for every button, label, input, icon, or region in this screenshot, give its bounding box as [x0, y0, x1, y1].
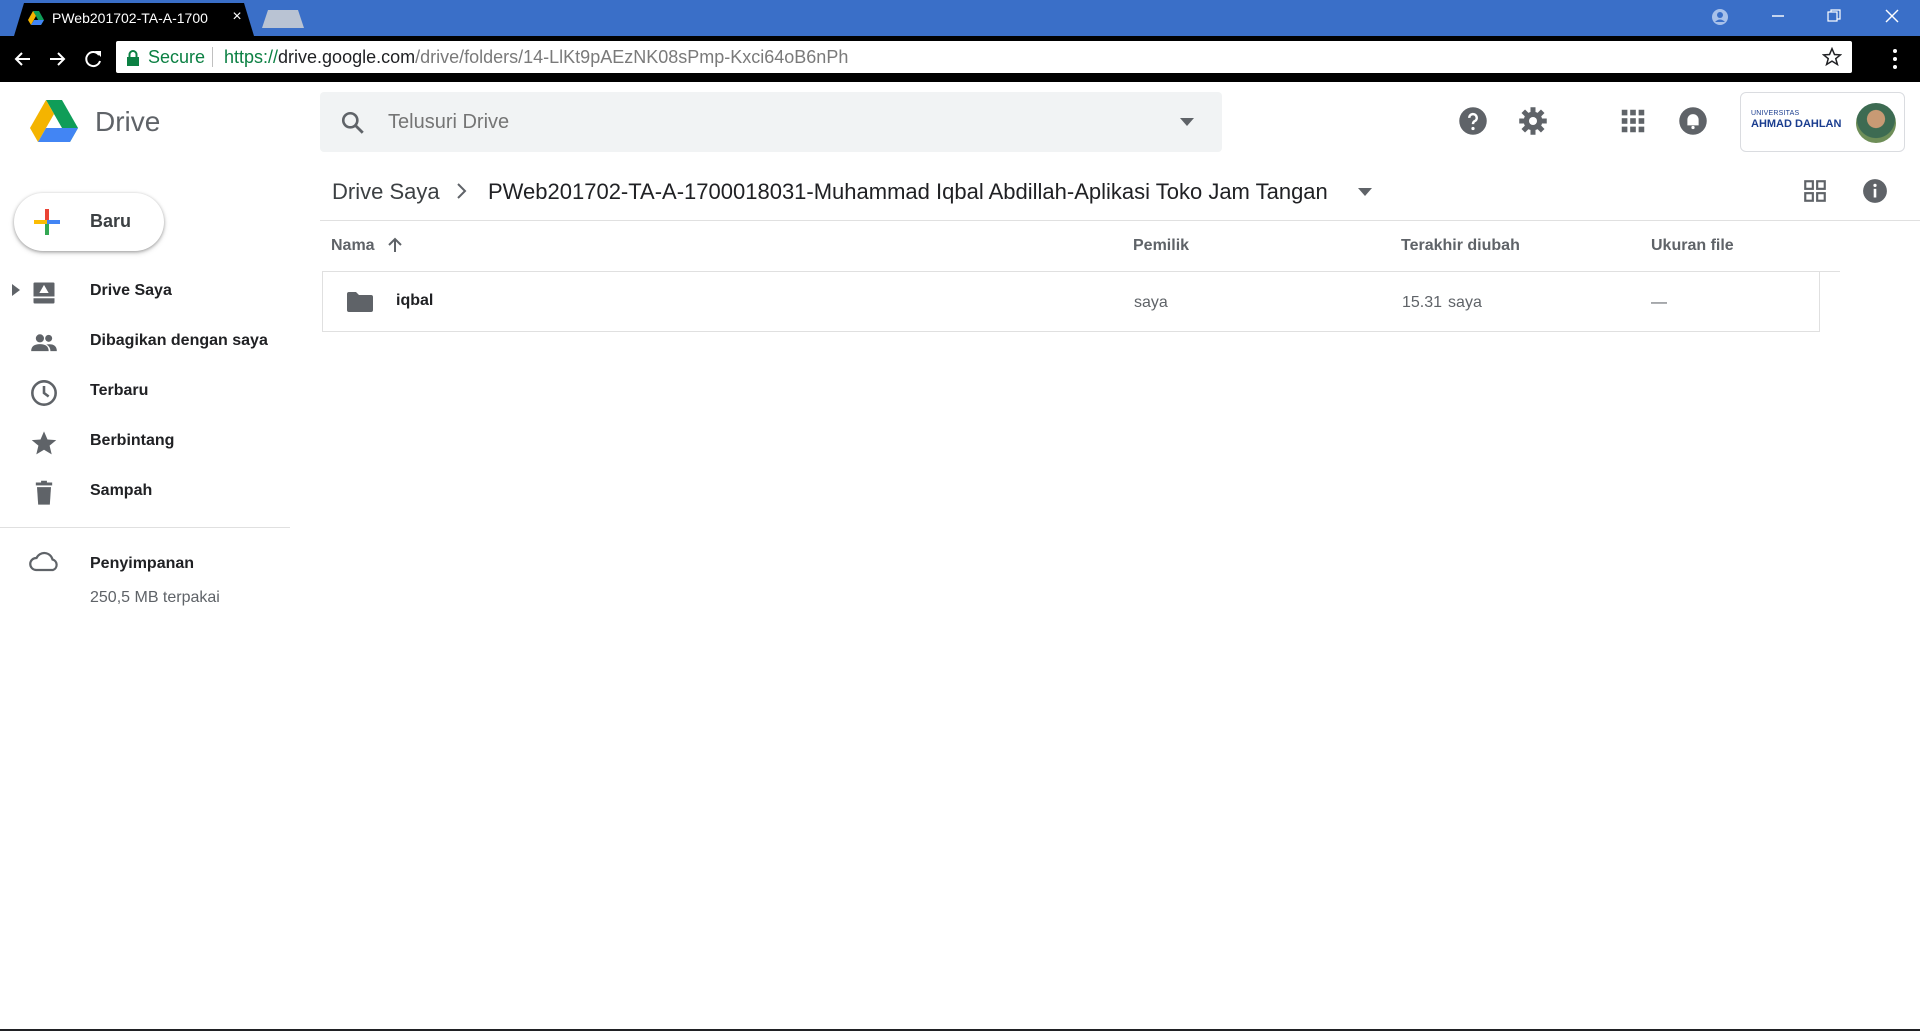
plus-icon: [34, 209, 60, 235]
drive-favicon-icon: [28, 11, 44, 25]
apps-grid-icon[interactable]: [1618, 106, 1648, 136]
storage-label[interactable]: Penyimpanan: [90, 555, 194, 573]
chevron-right-icon: [457, 183, 467, 199]
app-name[interactable]: Drive: [95, 106, 160, 138]
sidebar-item-label: Berbintang: [90, 432, 175, 449]
file-modified-time: 15.31: [1402, 294, 1443, 311]
browser-tab-title: PWeb201702-TA-A-1700: [52, 10, 208, 26]
browser-menu-icon[interactable]: [1888, 46, 1902, 72]
account-org-name: AHMAD DAHLAN: [1751, 118, 1842, 130]
breadcrumb-my-drive[interactable]: Drive Saya: [332, 179, 440, 205]
address-bar[interactable]: Secure https://drive.google.com/drive/fo…: [116, 41, 1852, 73]
profile-icon[interactable]: [1692, 0, 1748, 34]
search-input[interactable]: [386, 92, 1166, 152]
trash-icon: [35, 480, 53, 505]
cloud-storage-icon: [29, 551, 58, 572]
settings-gear-icon[interactable]: [1518, 106, 1548, 136]
folder-menu-dropdown-icon[interactable]: [1358, 188, 1372, 196]
notifications-bell-icon[interactable]: [1678, 106, 1708, 136]
expand-arrow-icon[interactable]: [12, 284, 20, 296]
new-button-label: Baru: [90, 211, 132, 231]
file-name: iqbal: [396, 292, 434, 309]
reload-icon[interactable]: [80, 46, 106, 72]
sort-ascending-arrow-icon[interactable]: [386, 236, 404, 254]
sidebar-item-trash[interactable]: Sampah: [0, 466, 290, 516]
new-button[interactable]: Baru: [14, 193, 164, 251]
drive-logo-icon[interactable]: [30, 100, 78, 142]
search-options-dropdown-icon[interactable]: [1180, 118, 1194, 126]
sidebar-item-label: Dibagikan dengan saya: [90, 332, 268, 349]
table-row[interactable]: iqbal saya 15.31 saya —: [322, 272, 1820, 332]
browser-toolbar: Secure https://drive.google.com/drive/fo…: [0, 36, 1920, 82]
restore-button[interactable]: [1806, 0, 1862, 34]
shared-people-icon: [31, 334, 57, 352]
close-window-button[interactable]: [1864, 0, 1920, 34]
file-modified-by: saya: [1448, 294, 1482, 311]
sidebar-item-shared-with-me[interactable]: Dibagikan dengan saya: [0, 316, 290, 366]
lock-icon: [127, 50, 139, 66]
sidebar-item-my-drive[interactable]: Drive Saya: [0, 266, 290, 316]
column-header-file-size[interactable]: Ukuran file: [1651, 237, 1734, 255]
avatar[interactable]: [1856, 103, 1896, 143]
bookmark-star-icon[interactable]: [1822, 47, 1842, 67]
secure-label: Secure: [148, 47, 206, 67]
file-last-modified: 15.31 saya: [1402, 294, 1482, 312]
search-icon[interactable]: [340, 110, 366, 136]
sidebar-item-label: Terbaru: [90, 382, 149, 399]
search-bar[interactable]: [320, 92, 1222, 152]
back-arrow-icon[interactable]: [10, 46, 36, 72]
new-tab-button[interactable]: [262, 10, 304, 28]
account-org-small: UNIVERSITAS: [1751, 110, 1800, 117]
minimize-button[interactable]: [1750, 0, 1806, 34]
browser-titlebar: PWeb201702-TA-A-1700 ×: [0, 0, 1920, 36]
clock-icon: [31, 380, 57, 406]
file-owner: saya: [1134, 294, 1168, 311]
my-drive-icon: [33, 282, 55, 304]
breadcrumb-divider: [320, 220, 1920, 221]
url-text[interactable]: https://drive.google.com/drive/folders/1…: [224, 47, 848, 68]
column-header-name[interactable]: Nama: [331, 237, 375, 255]
star-icon: [31, 431, 57, 455]
grid-view-icon[interactable]: [1802, 178, 1828, 204]
sidebar-item-label: Sampah: [90, 482, 153, 499]
breadcrumb-current-folder[interactable]: PWeb201702-TA-A-1700018031-Muhammad Iqba…: [488, 179, 1328, 205]
column-header-last-modified[interactable]: Terakhir diubah: [1401, 237, 1520, 255]
url-path: /drive/folders/14-LlKt9pAEzNK08sPmp-Kxci…: [415, 47, 849, 67]
url-host: drive.google.com: [278, 47, 416, 67]
help-icon[interactable]: [1458, 106, 1488, 136]
folder-icon: [347, 292, 373, 312]
forward-arrow-icon[interactable]: [44, 46, 70, 72]
storage-used: 250,5 MB terpakai: [90, 589, 220, 606]
omnibox-separator: [212, 47, 213, 67]
url-scheme: https://: [224, 47, 279, 67]
tab-close-icon[interactable]: ×: [228, 8, 246, 26]
info-icon[interactable]: [1862, 178, 1888, 204]
sidebar-item-label: Drive Saya: [90, 282, 172, 299]
column-header-owner[interactable]: Pemilik: [1133, 237, 1189, 255]
file-size: —: [1651, 294, 1667, 311]
sidebar-item-starred[interactable]: Berbintang: [0, 416, 290, 466]
account-switcher[interactable]: UNIVERSITAS AHMAD DAHLAN: [1740, 92, 1905, 152]
sidebar-item-recent[interactable]: Terbaru: [0, 366, 290, 416]
sidebar-divider: [0, 527, 290, 528]
